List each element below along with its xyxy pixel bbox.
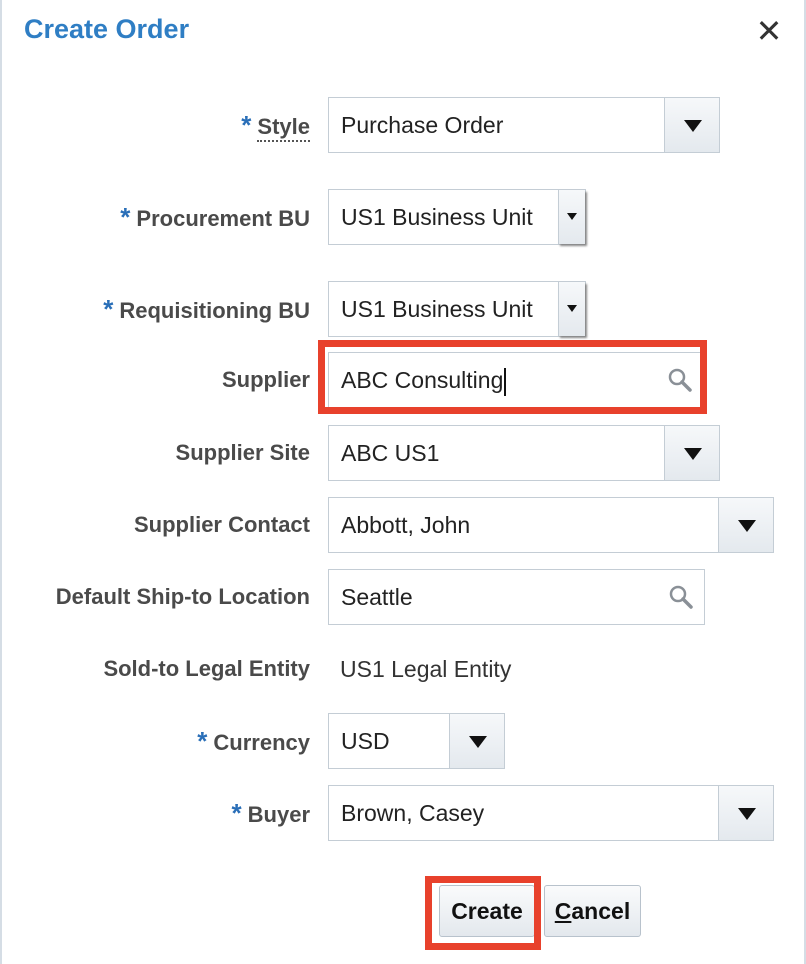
supplier-site-value: ABC US1 (341, 440, 440, 466)
sold-to-label-text: Sold-to Legal Entity (103, 656, 310, 681)
triangle-down-icon (684, 448, 702, 460)
buyer-select[interactable]: Brown, Casey (328, 785, 774, 841)
buyer-value: Brown, Casey (341, 800, 485, 826)
supplier-contact-label: Supplier Contact (134, 497, 310, 553)
requisitioning-bu-label-text: Requisitioning BU (119, 298, 310, 323)
supplier-site-label: Supplier Site (176, 425, 310, 481)
procurement-bu-value: US1 Business Unit (341, 204, 533, 230)
required-marker: * (103, 294, 114, 324)
currency-label-text: Currency (213, 730, 310, 755)
requisitioning-bu-dropdown-button[interactable] (558, 282, 585, 336)
required-marker: * (197, 726, 208, 756)
style-label-text: Style (257, 114, 310, 142)
ship-to-label: Default Ship-to Location (56, 569, 310, 625)
buyer-label-text: Buyer (247, 802, 310, 827)
search-icon[interactable] (668, 584, 694, 610)
style-dropdown-button[interactable] (664, 98, 719, 152)
triangle-down-icon (684, 120, 702, 132)
supplier-label: Supplier (222, 352, 310, 408)
create-highlight-box (425, 876, 541, 950)
supplier-contact-value: Abbott, John (341, 512, 471, 538)
triangle-down-icon (738, 520, 756, 532)
currency-label: * Currency (197, 713, 310, 769)
supplier-contact-dropdown-button[interactable] (718, 498, 773, 552)
triangle-down-icon (469, 736, 487, 748)
dialog-title: Create Order (24, 14, 190, 44)
supplier-contact-select[interactable]: Abbott, John (328, 497, 774, 553)
required-marker: * (120, 202, 131, 232)
requisitioning-bu-value: US1 Business Unit (341, 296, 533, 322)
style-value: Purchase Order (341, 112, 504, 138)
requisitioning-bu-label: * Requisitioning BU (103, 281, 310, 337)
ship-to-label-text: Default Ship-to Location (55, 584, 310, 609)
ship-to-input[interactable]: Seattle (328, 569, 705, 625)
create-order-dialog: Create Order ✕ * Style Purchase Order * Pr… (0, 0, 806, 964)
triangle-down-icon (567, 213, 577, 220)
supplier-label-text: Supplier (221, 367, 310, 392)
ship-to-value: Seattle (341, 584, 413, 610)
buyer-label: * Buyer (232, 785, 310, 841)
close-icon[interactable]: ✕ (754, 14, 784, 48)
currency-value: USD (341, 728, 390, 754)
required-marker: * (241, 110, 252, 140)
required-marker: * (231, 798, 242, 828)
sold-to-label: Sold-to Legal Entity (103, 641, 310, 697)
supplier-contact-label-text: Supplier Contact (133, 512, 310, 537)
supplier-site-dropdown-button[interactable] (664, 426, 719, 480)
buyer-dropdown-button[interactable] (718, 786, 773, 840)
procurement-bu-select[interactable]: US1 Business Unit (328, 189, 586, 245)
triangle-down-icon (567, 305, 577, 312)
currency-select[interactable]: USD (328, 713, 505, 769)
supplier-site-select[interactable]: ABC US1 (328, 425, 720, 481)
procurement-bu-dropdown-button[interactable] (558, 190, 585, 244)
cancel-label-rest: ancel (571, 898, 631, 924)
procurement-bu-label-text: Procurement BU (136, 206, 310, 231)
style-label: * Style (241, 97, 310, 153)
currency-dropdown-button[interactable] (449, 714, 504, 768)
cancel-button[interactable]: Cancel (544, 885, 641, 937)
supplier-site-label-text: Supplier Site (175, 440, 310, 465)
sold-to-value: US1 Legal Entity (340, 656, 512, 682)
procurement-bu-label: * Procurement BU (120, 189, 310, 245)
cancel-mnemonic: C (554, 898, 572, 924)
style-select[interactable]: Purchase Order (328, 97, 720, 153)
supplier-highlight-box (318, 340, 707, 414)
triangle-down-icon (738, 808, 756, 820)
requisitioning-bu-select[interactable]: US1 Business Unit (328, 281, 586, 337)
